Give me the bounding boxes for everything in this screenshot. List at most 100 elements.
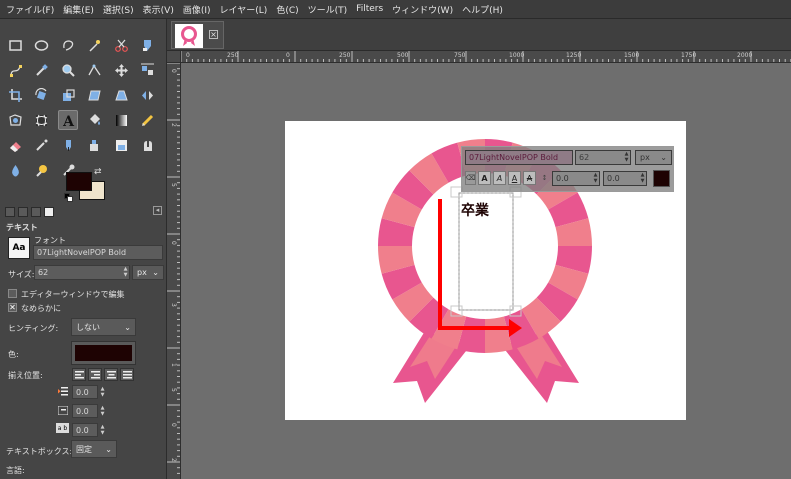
language-label: 言語: [6,466,25,475]
free-select-icon[interactable] [58,35,78,55]
font-input[interactable]: 07LightNovelPOP Bold [33,245,163,260]
line-spacing-input[interactable]: 0.0 [72,404,98,418]
clone-icon[interactable] [85,135,105,155]
foreground-color-swatch[interactable] [66,172,92,191]
pencil-icon[interactable] [138,110,158,130]
text-color-button[interactable] [71,341,136,365]
ruler-left-label: 0 [170,69,177,73]
ruler-corner[interactable] [167,51,181,63]
text-icon[interactable]: A [58,110,78,130]
smudge-icon[interactable] [138,135,158,155]
ellipse-select-icon[interactable] [32,35,52,55]
images-tab[interactable] [44,207,54,217]
tool-options-panel: テキスト Aa フォント 07LightNovelPOP Bold サイズ: 6… [0,219,166,479]
underline-icon[interactable]: A [508,171,521,185]
editor-window-checkbox[interactable] [8,289,17,298]
letter-spacing-input[interactable]: 0.0 [72,423,98,437]
eraser-icon[interactable] [5,135,25,155]
clear-style-icon[interactable]: ⌫ [465,171,476,185]
color-picker-icon[interactable] [32,60,52,80]
paths-icon[interactable] [5,60,25,80]
device-status-tab[interactable] [18,207,28,217]
menu-colors[interactable]: 色(C) [276,3,298,16]
flip-icon[interactable] [138,85,158,105]
heal-icon[interactable] [111,135,131,155]
indent-spinner[interactable]: ▲ ▼ [99,386,106,398]
blur-icon[interactable] [5,160,25,180]
default-colors-icon[interactable] [64,193,73,202]
shear-icon[interactable] [85,85,105,105]
antialias-checkbox[interactable]: ✕ [8,303,17,312]
menu-file[interactable]: ファイル(F) [6,3,54,16]
horizontal-ruler[interactable]: 0 250 0 250 500 750 1000 1250 1500 1750 … [181,51,791,63]
size-input[interactable]: 62 [34,265,130,280]
menu-edit[interactable]: 編集(E) [63,3,94,16]
baseline-spinner[interactable]: ▲ ▼ [592,172,599,184]
crop-icon[interactable] [5,85,25,105]
letter-spacing-spinner[interactable]: ▲ ▼ [99,424,106,436]
letter-spacing-icon: a b [56,423,69,433]
vertical-ruler[interactable]: 0 2 5 0 3 1 5 0 2 [167,63,181,479]
justify-right-icon[interactable] [88,368,102,381]
zoom-icon[interactable] [58,60,78,80]
tool-options-tab[interactable] [5,207,15,217]
tool-options-tabs: ◂ [0,205,166,219]
swap-colors-icon[interactable]: ⇄ [94,167,102,177]
hinting-dropdown[interactable]: しない ⌄ [71,318,136,336]
foreground-select-icon[interactable] [138,35,158,55]
size-unit-dropdown[interactable]: px ⌄ [132,265,164,280]
scissors-icon[interactable] [111,35,131,55]
perspective-icon[interactable] [111,85,131,105]
justify-center-icon[interactable] [104,368,118,381]
menu-layer[interactable]: レイヤー(L) [220,3,268,16]
justify-left-icon[interactable] [72,368,86,381]
size-spinner[interactable]: ▲ ▼ [122,266,129,278]
cage-icon[interactable] [5,110,25,130]
blend-icon[interactable] [111,110,131,130]
undo-history-tab[interactable] [31,207,41,217]
chevron-down-icon: ⌄ [124,322,131,332]
canvas-text-content[interactable]: 卒業 [461,200,489,220]
line-spacing-spinner[interactable]: ▲ ▼ [99,405,106,417]
rotate-icon[interactable] [32,85,52,105]
canvas-unit-dropdown[interactable]: px ⌄ [635,150,672,165]
warp-icon[interactable] [32,110,52,130]
measure-icon[interactable] [85,60,105,80]
strikethrough-icon[interactable]: A [523,171,536,185]
bucket-fill-icon[interactable] [85,110,105,130]
scale-icon[interactable] [58,85,78,105]
fuzzy-select-icon[interactable] [85,35,105,55]
ruler-top-label: 500 [397,52,409,59]
color-label: 色: [8,350,19,359]
menu-filters[interactable]: Filters [356,4,383,14]
move-icon[interactable] [111,60,131,80]
align-icon[interactable] [138,60,158,80]
canvas-area[interactable]: 卒業 [181,63,791,479]
tab-menu-icon[interactable]: ◂ [153,206,162,215]
menu-view[interactable]: 表示(V) [143,3,174,16]
ruler-top-label: 250 [227,52,239,59]
menu-image[interactable]: 画像(I) [183,3,211,16]
menu-tools[interactable]: ツール(T) [308,3,348,16]
ink-icon[interactable] [58,135,78,155]
canvas-font-input[interactable]: 07LightNovelPOP Bold [465,150,573,165]
image-tab[interactable]: × [171,21,224,49]
rect-select-icon[interactable] [5,35,25,55]
kerning-spinner[interactable]: ▲ ▼ [639,172,646,184]
ruler-top-label: 1250 [566,52,582,59]
left-dock: A ⇄ ◂ テキスト Aa フォント 07LightNovelPOP Bold … [0,19,167,479]
italic-icon[interactable]: A [493,171,506,185]
textbox-dropdown[interactable]: 固定 ⌄ [71,440,117,458]
justify-fill-icon[interactable] [120,368,134,381]
airbrush-icon[interactable] [32,135,52,155]
dodge-icon[interactable] [32,160,52,180]
canvas-text-color-swatch[interactable] [653,170,670,187]
menu-select[interactable]: 選択(S) [103,3,134,16]
font-preview-button[interactable]: Aa [8,237,30,259]
canvas-size-spinner[interactable]: ▲ ▼ [623,151,630,163]
close-tab-icon[interactable]: × [209,30,218,39]
menu-windows[interactable]: ウィンドウ(W) [392,3,453,16]
indent-input[interactable]: 0.0 [72,385,98,399]
bold-icon[interactable]: A [478,171,491,185]
menu-help[interactable]: ヘルプ(H) [462,3,503,16]
